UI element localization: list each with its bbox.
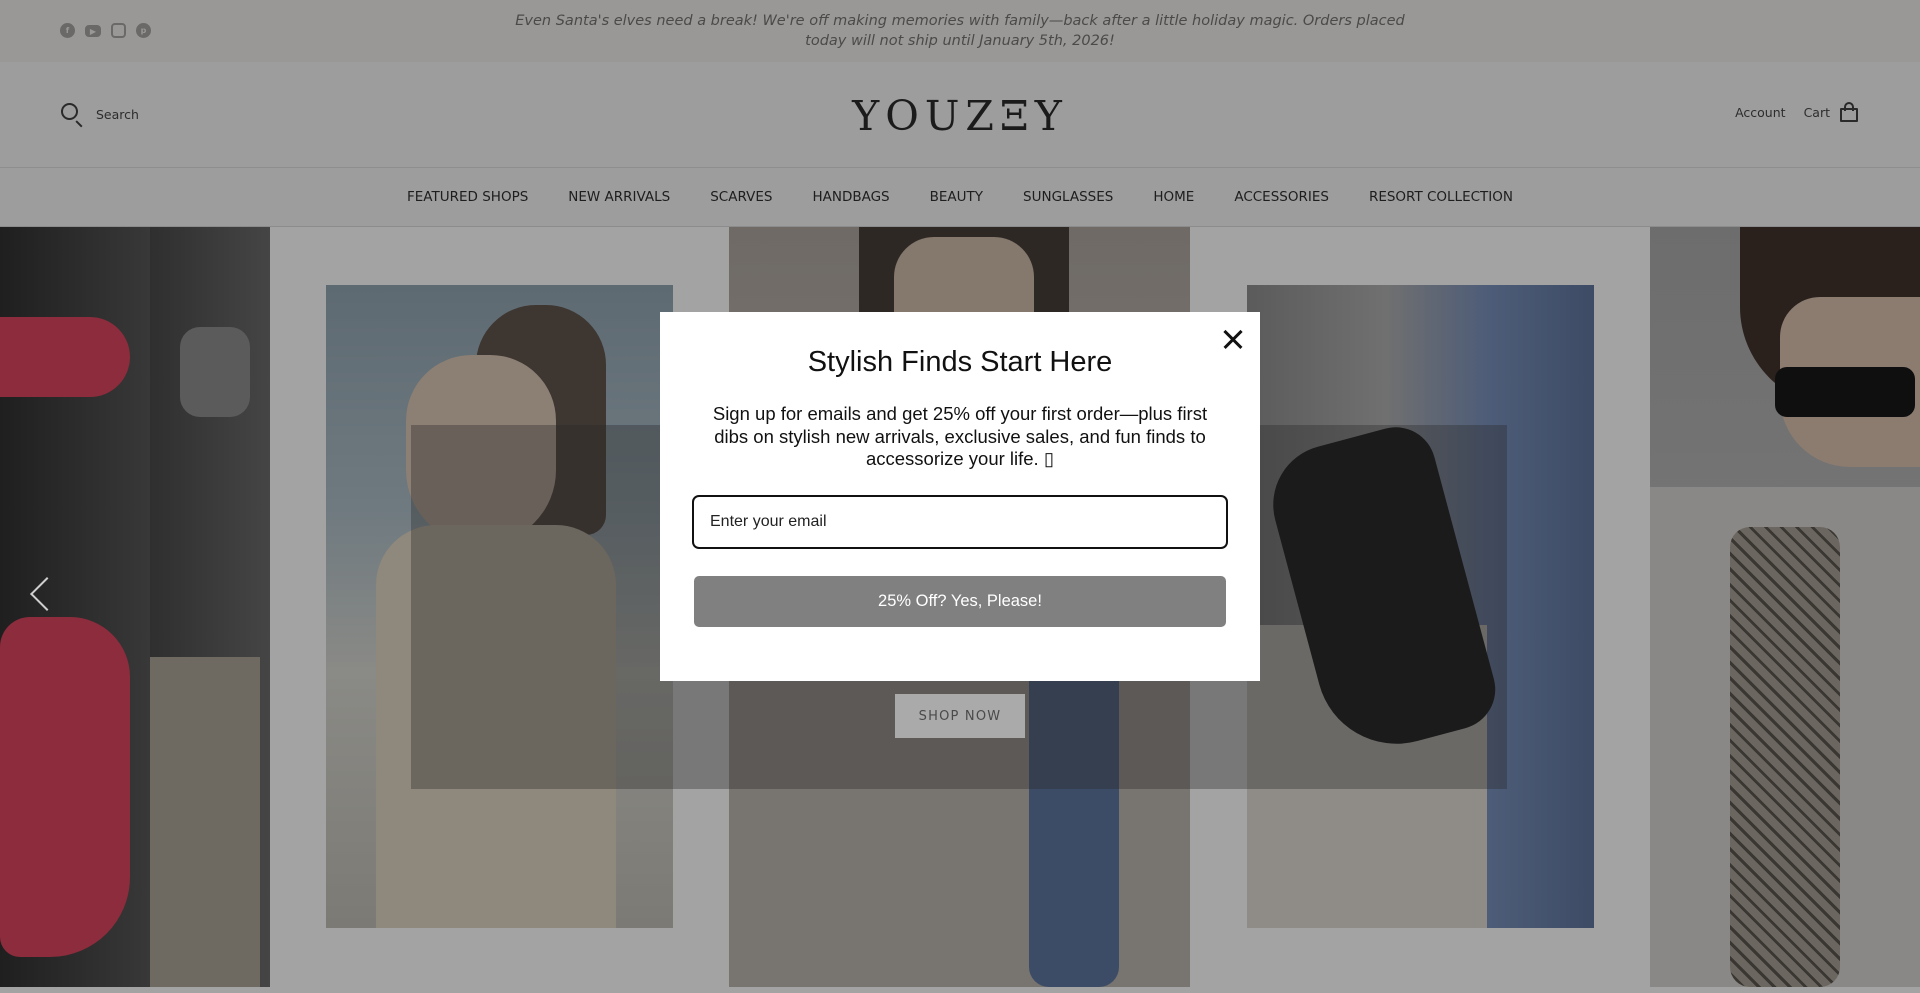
nav-item-handbags[interactable]: HANDBAGS: [812, 189, 889, 205]
shop-now-button[interactable]: SHOP NOW: [895, 694, 1025, 738]
email-signup-modal: Stylish Finds Start Here Sign up for ema…: [660, 312, 1260, 681]
nav-item-featured-shops[interactable]: FEATURED SHOPS: [407, 189, 528, 205]
site-logo[interactable]: YOUZΞY: [700, 92, 1220, 140]
social-links: f ▶ p: [60, 23, 151, 38]
nav-item-resort-collection[interactable]: RESORT COLLECTION: [1369, 189, 1513, 205]
nav-item-sunglasses[interactable]: SUNGLASSES: [1023, 189, 1113, 205]
nav-item-beauty[interactable]: BEAUTY: [930, 189, 983, 205]
cart-button[interactable]: Cart: [1804, 102, 1858, 122]
submit-discount-button[interactable]: 25% Off? Yes, Please!: [694, 576, 1226, 627]
search-button[interactable]: Search: [60, 102, 139, 128]
nav-item-scarves[interactable]: SCARVES: [710, 189, 772, 205]
announcement-text: Even Santa's elves need a break! We're o…: [515, 13, 1405, 49]
search-label: Search: [96, 106, 139, 122]
modal-body-text: Sign up for emails and get 25% off your …: [712, 403, 1208, 469]
cart-label: Cart: [1803, 104, 1830, 120]
main-nav: FEATURED SHOPS NEW ARRIVALS SCARVES HAND…: [0, 168, 1920, 227]
nav-item-new-arrivals[interactable]: NEW ARRIVALS: [568, 189, 670, 205]
facebook-icon[interactable]: f: [60, 23, 75, 38]
pinterest-icon[interactable]: p: [136, 23, 151, 38]
nav-item-accessories[interactable]: ACCESSORIES: [1234, 189, 1329, 205]
youtube-icon[interactable]: ▶: [85, 25, 101, 37]
nav-item-home[interactable]: HOME: [1153, 189, 1194, 205]
instagram-icon[interactable]: [111, 23, 126, 38]
account-link[interactable]: Account: [1735, 105, 1785, 120]
email-field[interactable]: [692, 495, 1228, 549]
hero-image-sunglasses: [1650, 227, 1920, 987]
shopping-bag-icon: [1840, 102, 1858, 122]
header-actions: Account Cart: [1735, 102, 1858, 122]
site-header: Search YOUZΞY Account Cart: [0, 62, 1920, 168]
search-icon: [60, 102, 84, 128]
announcement-bar: f ▶ p Even Santa's elves need a break! W…: [0, 0, 1920, 62]
modal-title: Stylish Finds Start Here: [807, 346, 1113, 378]
hero-image-pink-gloves: [0, 227, 270, 987]
